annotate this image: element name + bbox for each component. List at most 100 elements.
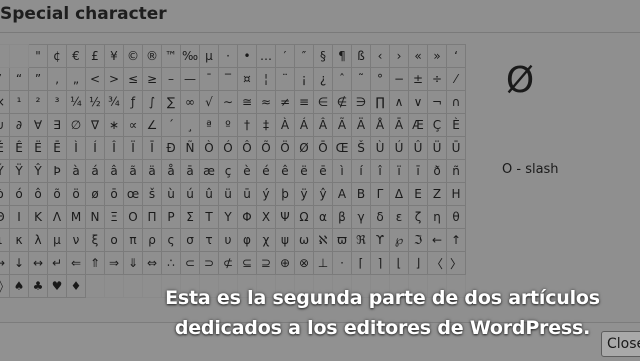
character-cell[interactable]: χ xyxy=(256,228,276,252)
character-cell[interactable]: θ xyxy=(446,205,466,229)
character-cell[interactable]: ο xyxy=(104,228,124,252)
character-cell[interactable]: ≤ xyxy=(123,67,143,91)
character-cell[interactable]: Ä xyxy=(351,113,371,137)
character-cell[interactable]: ∪ xyxy=(0,113,10,137)
character-cell[interactable]: ⇑ xyxy=(85,251,105,275)
character-cell[interactable]: ¾ xyxy=(104,90,124,114)
character-cell[interactable]: ≡ xyxy=(294,90,314,114)
character-cell[interactable]: ∂ xyxy=(9,113,29,137)
character-cell[interactable]: ¦ xyxy=(256,67,276,91)
character-cell[interactable]: Π xyxy=(142,205,162,229)
character-cell[interactable]: ∅ xyxy=(66,113,86,137)
character-cell[interactable]: û xyxy=(199,182,219,206)
character-cell[interactable]: À xyxy=(275,113,295,137)
character-cell[interactable]: ē xyxy=(313,159,333,183)
character-cell[interactable]: ” xyxy=(28,67,48,91)
character-cell[interactable]: Ö xyxy=(275,136,295,160)
character-cell[interactable]: ♦ xyxy=(66,274,86,298)
character-cell[interactable]: ∠ xyxy=(142,113,162,137)
character-cell[interactable]: ◊ xyxy=(0,274,10,298)
character-cell[interactable]: ‡ xyxy=(256,113,276,137)
character-cell[interactable]: · xyxy=(218,44,238,68)
character-cell[interactable]: ƒ xyxy=(123,90,143,114)
character-cell[interactable]: υ xyxy=(218,228,238,252)
character-cell[interactable]: Τ xyxy=(199,205,219,229)
character-cell[interactable]: ¿ xyxy=(313,67,333,91)
character-cell[interactable]: € xyxy=(66,44,86,68)
character-cell[interactable]: ë xyxy=(294,159,314,183)
character-cell[interactable]: þ xyxy=(275,182,295,206)
character-cell[interactable]: Ì xyxy=(66,136,86,160)
character-cell[interactable]: ∧ xyxy=(389,90,409,114)
character-cell[interactable]: ï xyxy=(389,159,409,183)
character-cell[interactable]: ♠ xyxy=(9,274,29,298)
character-cell[interactable]: Δ xyxy=(389,182,409,206)
character-cell[interactable]: ⇓ xyxy=(123,251,143,275)
character-cell[interactable]: ã xyxy=(123,159,143,183)
character-cell[interactable]: Û xyxy=(408,136,428,160)
character-cell[interactable]: Ζ xyxy=(427,182,447,206)
character-cell[interactable]: √ xyxy=(199,90,219,114)
character-cell[interactable]: Ø xyxy=(294,136,314,160)
character-cell[interactable]: σ xyxy=(180,228,200,252)
character-cell[interactable]: ⊗ xyxy=(294,251,314,275)
character-cell[interactable]: Ρ xyxy=(161,205,181,229)
character-cell[interactable]: õ xyxy=(47,182,67,206)
character-cell[interactable]: î xyxy=(370,159,390,183)
character-cell[interactable]: ∫ xyxy=(142,90,162,114)
character-cell[interactable]: Ð xyxy=(161,136,181,160)
character-cell[interactable]: œ xyxy=(123,182,143,206)
character-cell[interactable]: Α xyxy=(332,182,352,206)
character-cell[interactable]: ← xyxy=(427,228,447,252)
character-cell[interactable]: ∈ xyxy=(313,90,333,114)
character-cell[interactable]: ¡ xyxy=(294,67,314,91)
character-cell[interactable]: ’ xyxy=(0,67,10,91)
character-cell[interactable]: ÿ xyxy=(294,182,314,206)
character-cell[interactable]: ä xyxy=(142,159,162,183)
character-cell[interactable]: ¼ xyxy=(66,90,86,114)
character-cell[interactable]: ÷ xyxy=(427,67,447,91)
character-cell[interactable]: α xyxy=(313,205,333,229)
character-cell[interactable]: γ xyxy=(351,205,371,229)
character-cell[interactable]: ⌉ xyxy=(370,251,390,275)
character-cell[interactable]: Æ xyxy=(408,113,428,137)
character-cell[interactable]: κ xyxy=(9,228,29,252)
character-cell[interactable]: ∉ xyxy=(332,90,352,114)
character-cell[interactable]: í xyxy=(351,159,371,183)
character-cell[interactable]: Ī xyxy=(142,136,162,160)
character-cell[interactable]: π xyxy=(123,228,143,252)
character-cell[interactable]: ∼ xyxy=(218,90,238,114)
character-cell[interactable]: ⁄ xyxy=(446,67,466,91)
character-cell[interactable]: ⌈ xyxy=(351,251,371,275)
character-cell[interactable]: Ÿ xyxy=(9,159,29,183)
character-cell[interactable]: ´ xyxy=(161,113,181,137)
character-cell[interactable]: å xyxy=(161,159,181,183)
character-cell[interactable]: > xyxy=(104,67,124,91)
character-cell[interactable]: ζ xyxy=(408,205,428,229)
character-cell[interactable]: Á xyxy=(294,113,314,137)
character-cell[interactable]: Ξ xyxy=(104,205,124,229)
character-cell[interactable]: ϖ xyxy=(332,228,352,252)
character-cell[interactable]: Μ xyxy=(66,205,86,229)
character-cell[interactable]: ∃ xyxy=(47,113,67,137)
character-cell[interactable]: Ü xyxy=(427,136,447,160)
character-cell[interactable]: ò xyxy=(0,182,10,206)
character-cell[interactable]: ī xyxy=(408,159,428,183)
character-cell[interactable]: ˆ xyxy=(332,67,352,91)
character-cell[interactable]: … xyxy=(256,44,276,68)
character-cell[interactable]: ª xyxy=(199,113,219,137)
character-cell[interactable]: Œ xyxy=(332,136,352,160)
character-cell[interactable]: Ŷ xyxy=(28,159,48,183)
character-cell[interactable]: ⊄ xyxy=(218,251,238,275)
character-cell[interactable]: ℑ xyxy=(408,228,428,252)
character-cell[interactable]: Ñ xyxy=(180,136,200,160)
character-cell[interactable]: η xyxy=(427,205,447,229)
character-cell[interactable]: ™ xyxy=(161,44,181,68)
character-cell[interactable]: Λ xyxy=(47,205,67,229)
character-cell[interactable]: ξ xyxy=(85,228,105,252)
character-cell[interactable]: τ xyxy=(199,228,219,252)
character-cell[interactable]: ↓ xyxy=(9,251,29,275)
character-cell[interactable]: ♣ xyxy=(28,274,48,298)
character-cell[interactable]: ⇐ xyxy=(66,251,86,275)
character-cell[interactable]: Ç xyxy=(427,113,447,137)
